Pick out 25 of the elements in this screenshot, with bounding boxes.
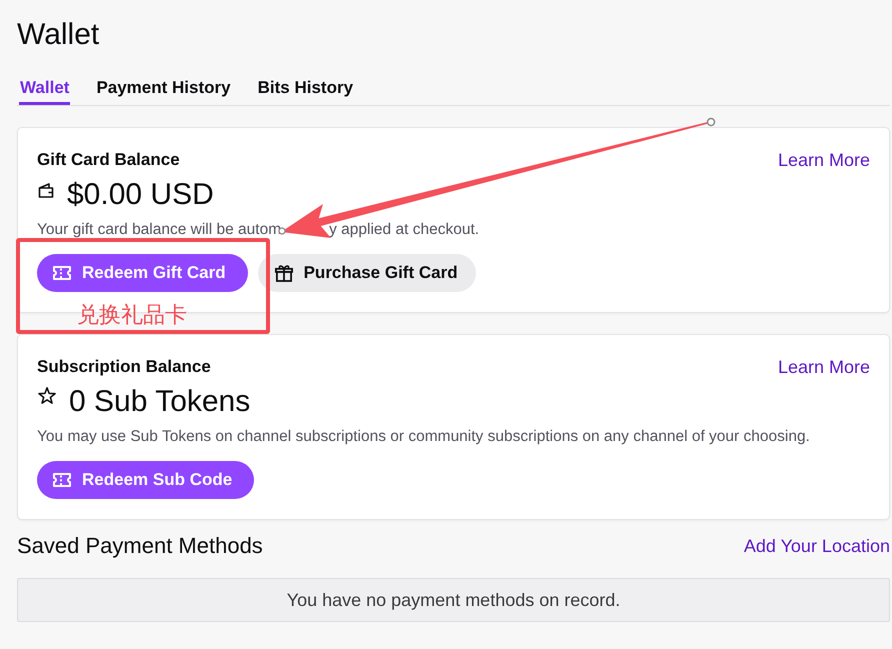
star-icon — [38, 387, 56, 404]
description-text: You may use Sub Tokens on channel subscriptions or community subscriptions on any channel of your choosing. — [37, 428, 810, 445]
description-text: Your gift card balance will be autom — [37, 221, 282, 238]
wallet-icon — [38, 183, 54, 198]
add-location-link[interactable]: Add Your Location — [744, 535, 890, 557]
page-title: Wallet — [17, 17, 100, 53]
description-text: y applied at checkout. — [329, 221, 480, 238]
gift-icon — [274, 264, 294, 282]
redeem-button[interactable]: Redeem Gift Card — [37, 254, 248, 292]
learn-more-link[interactable]: Learn More — [778, 149, 870, 171]
balance-amount: $0.00 USD — [67, 178, 214, 212]
tab[interactable]: Wallet — [19, 77, 70, 105]
annotation-label: 兑换礼品卡 — [77, 303, 187, 329]
empty-message: You have no payment methods on record. — [286, 590, 620, 610]
purchase-button[interactable]: Purchase Gift Card — [258, 254, 476, 292]
section-heading: Saved Payment Methods — [17, 533, 263, 559]
ticket-icon — [52, 472, 72, 488]
redeem-button[interactable]: Redeem Sub Code — [37, 461, 254, 499]
tab[interactable]: Payment History — [95, 77, 232, 105]
ticket-icon — [52, 265, 72, 281]
learn-more-link[interactable]: Learn More — [778, 356, 870, 378]
balance-amount: 0 Sub Tokens — [69, 385, 250, 419]
tab[interactable]: Bits History — [256, 77, 354, 105]
card-heading: Subscription Balance — [37, 356, 211, 378]
card-heading: Gift Card Balance — [37, 149, 180, 171]
